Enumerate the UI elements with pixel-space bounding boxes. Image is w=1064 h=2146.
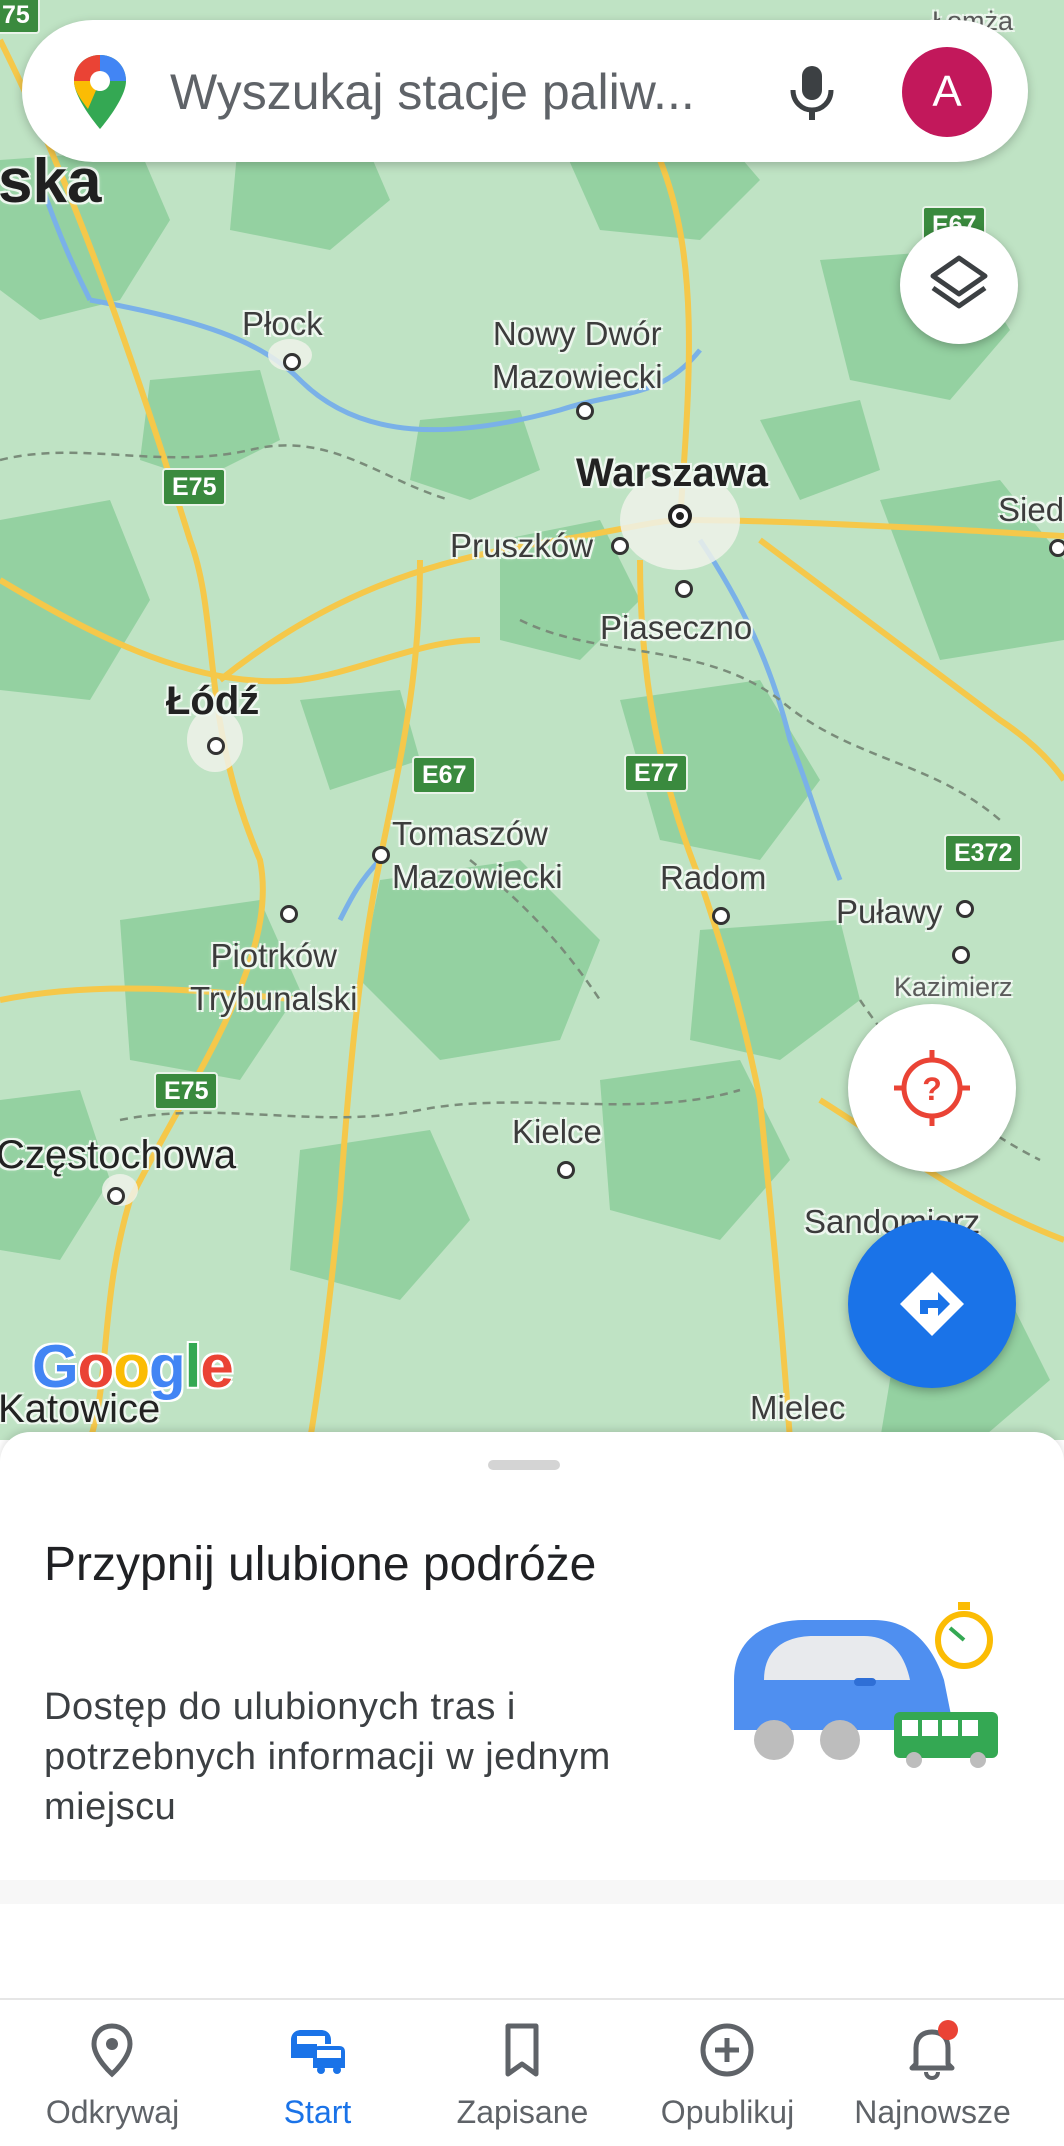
nav-label: Opublikuj bbox=[660, 2094, 795, 2130]
city-dot bbox=[952, 946, 970, 964]
search-input[interactable]: Wyszukaj stacje paliw... bbox=[170, 64, 695, 120]
google-maps-pin-icon bbox=[74, 55, 126, 129]
map-label-czestochowa: Częstochowa bbox=[0, 1133, 237, 1177]
map-label-pulawy: Puławy bbox=[836, 893, 943, 930]
notification-badge bbox=[938, 2020, 958, 2040]
directions-icon bbox=[900, 1272, 964, 1336]
bell-icon bbox=[909, 2020, 958, 2080]
search-bar[interactable]: Wyszukaj stacje paliw... A bbox=[22, 20, 1028, 162]
add-circle-icon bbox=[700, 2023, 754, 2077]
road-shield: 75 bbox=[0, 0, 40, 34]
map-label-siedlce: Sied bbox=[998, 491, 1064, 528]
road-shield: E372 bbox=[944, 834, 1023, 872]
bottom-sheet[interactable]: Przypnij ulubione podróże Dostęp do ulub… bbox=[0, 1432, 1064, 1998]
bottom-navigation: Odkrywaj Start Zapisane Opublikuj Najnow… bbox=[0, 1998, 1064, 2146]
road-shield: E77 bbox=[624, 754, 689, 792]
google-logo-text: Google bbox=[32, 1333, 234, 1400]
map-label-plock: Płock bbox=[242, 305, 323, 342]
section-divider bbox=[0, 1880, 1064, 1904]
map-label-kazimierz: Kazimierz bbox=[894, 972, 1013, 1002]
map-label-radom: Radom bbox=[660, 859, 767, 896]
city-dot bbox=[283, 353, 301, 371]
map-label-pruszkow: Pruszków bbox=[450, 527, 594, 564]
location-unknown-icon: ? bbox=[894, 1050, 970, 1126]
directions-button[interactable] bbox=[848, 1220, 1016, 1388]
card-description: Dostęp do ulubionych tras i potrzebnych … bbox=[44, 1686, 611, 1828]
car-bus-illustration bbox=[734, 1602, 998, 1768]
city-dot bbox=[675, 580, 693, 598]
map-label-tomaszow: Tomaszów Mazowiecki bbox=[392, 815, 563, 895]
map-label-kielce: Kielce bbox=[512, 1113, 602, 1150]
map-label-warszawa: Warszawa bbox=[576, 451, 768, 495]
city-dot bbox=[557, 1161, 575, 1179]
map-label-mielec: Mielec bbox=[750, 1389, 846, 1426]
nav-start[interactable]: Start bbox=[215, 2000, 420, 2146]
nav-contribute[interactable]: Opublikuj bbox=[625, 2000, 830, 2146]
sheet-drag-handle[interactable] bbox=[488, 1460, 560, 1470]
nav-label: Odkrywaj bbox=[45, 2094, 180, 2130]
card-title: Przypnij ulubione podróże bbox=[44, 1538, 597, 1591]
nav-label: Najnowsze bbox=[854, 2094, 1011, 2130]
nav-explore[interactable]: Odkrywaj bbox=[10, 2000, 215, 2146]
road-shield: E75 bbox=[154, 1072, 219, 1110]
account-avatar[interactable]: A bbox=[902, 47, 992, 137]
city-dot bbox=[956, 900, 974, 918]
city-dot bbox=[207, 737, 225, 755]
map-label-piotrkow: Piotrków Trybunalski bbox=[190, 937, 358, 1017]
city-dot bbox=[1049, 539, 1064, 557]
svg-text:?: ? bbox=[922, 1071, 942, 1107]
road-shield: E67 bbox=[412, 756, 477, 794]
capital-dot bbox=[668, 504, 692, 528]
map-label-piaseczno: Piaseczno bbox=[600, 609, 753, 646]
google-logo: Google bbox=[32, 1332, 234, 1401]
map-label-lodz: Łódź bbox=[166, 679, 260, 723]
nav-label: Start bbox=[283, 2094, 352, 2130]
city-dot bbox=[280, 905, 298, 923]
nav-label: Zapisane bbox=[456, 2094, 589, 2130]
city-dot bbox=[107, 1187, 125, 1205]
map-label-ska: ska bbox=[0, 147, 102, 216]
road-shield: E75 bbox=[162, 468, 227, 506]
layers-icon bbox=[930, 255, 988, 309]
commute-icon bbox=[291, 2030, 345, 2074]
layers-button[interactable] bbox=[900, 226, 1018, 344]
microphone-icon[interactable] bbox=[776, 56, 848, 128]
nav-updates[interactable]: Najnowsze bbox=[830, 2000, 1035, 2146]
map-label-nowy-dwor: Nowy Dwór Mazowiecki bbox=[492, 315, 663, 395]
pin-outline-icon bbox=[91, 2023, 133, 2078]
city-dot bbox=[611, 537, 629, 555]
city-dot bbox=[372, 846, 390, 864]
my-location-button[interactable]: ? bbox=[848, 1004, 1016, 1172]
city-dot bbox=[712, 907, 730, 925]
nav-saved[interactable]: Zapisane bbox=[420, 2000, 625, 2146]
city-dot bbox=[576, 402, 594, 420]
bookmark-icon bbox=[505, 2023, 539, 2077]
